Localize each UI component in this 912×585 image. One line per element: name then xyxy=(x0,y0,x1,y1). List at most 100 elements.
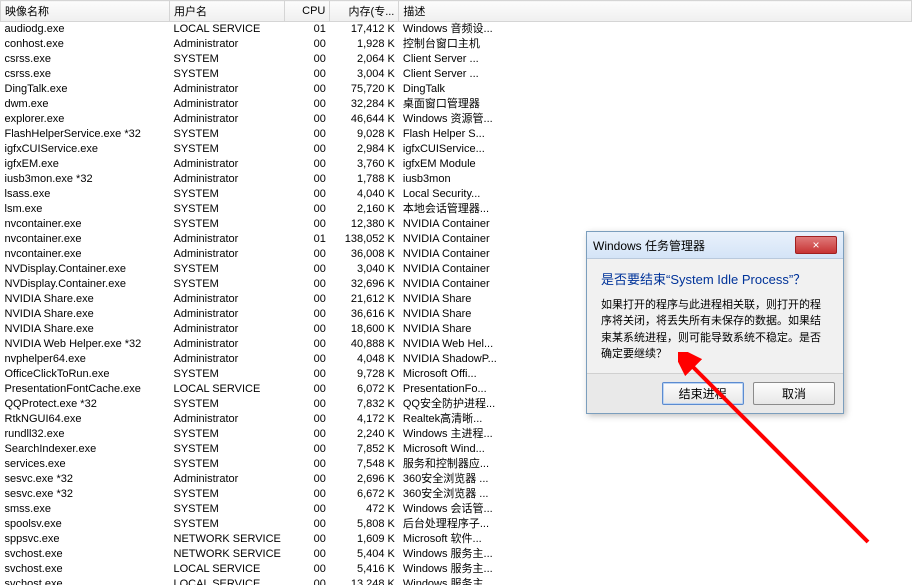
table-row[interactable]: svchost.exeLOCAL SERVICE005,416 KWindows… xyxy=(1,562,912,577)
dialog-message: 如果打开的程序与此进程相关联，则打开的程序将关闭，将丢失所有未保存的数据。如果结… xyxy=(601,297,829,363)
cell: 00 xyxy=(285,292,330,307)
cell: 00 xyxy=(285,352,330,367)
cell: 00 xyxy=(285,547,330,562)
cell: Windows 资源管... xyxy=(399,112,912,127)
table-row[interactable]: services.exeSYSTEM007,548 K服务和控制器应... xyxy=(1,457,912,472)
cell: 138,052 K xyxy=(330,232,399,247)
table-row[interactable]: sesvc.exe *32SYSTEM006,672 K360安全浏览器 ... xyxy=(1,487,912,502)
table-row[interactable]: rundll32.exeSYSTEM002,240 KWindows 主进程..… xyxy=(1,427,912,442)
cell: 00 xyxy=(285,202,330,217)
table-row[interactable]: smss.exeSYSTEM00472 KWindows 会话管... xyxy=(1,502,912,517)
table-row[interactable]: RtkNGUI64.exeAdministrator004,172 KRealt… xyxy=(1,412,912,427)
cell: Administrator xyxy=(170,292,285,307)
dialog-question: 是否要结束“System Idle Process”？ xyxy=(601,271,829,289)
cell: Windows 服务主... xyxy=(399,547,912,562)
table-row[interactable]: lsass.exeSYSTEM004,040 KLocal Security..… xyxy=(1,187,912,202)
cell: NVIDIA Web Helper.exe *32 xyxy=(1,337,170,352)
table-row[interactable]: FlashHelperService.exe *32SYSTEM009,028 … xyxy=(1,127,912,142)
table-row[interactable]: conhost.exeAdministrator001,928 K控制台窗口主机 xyxy=(1,37,912,52)
cell: NVIDIA Share.exe xyxy=(1,292,170,307)
cell: Administrator xyxy=(170,82,285,97)
cell: Administrator xyxy=(170,37,285,52)
cell: 服务和控制器应... xyxy=(399,457,912,472)
cell: conhost.exe xyxy=(1,37,170,52)
table-row[interactable]: svchost.exeNETWORK SERVICE005,404 KWindo… xyxy=(1,547,912,562)
table-row[interactable]: csrss.exeSYSTEM003,004 KClient Server ..… xyxy=(1,67,912,82)
cell: 7,832 K xyxy=(330,397,399,412)
cell: 4,048 K xyxy=(330,352,399,367)
cell: QQProtect.exe *32 xyxy=(1,397,170,412)
cell: Administrator xyxy=(170,322,285,337)
cell: iusb3mon.exe *32 xyxy=(1,172,170,187)
cell: Administrator xyxy=(170,97,285,112)
col-name[interactable]: 映像名称 xyxy=(1,1,170,22)
cell: 17,412 K xyxy=(330,22,399,38)
table-row[interactable]: sesvc.exe *32Administrator002,696 K360安全… xyxy=(1,472,912,487)
table-row[interactable]: svchost.exeLOCAL SERVICE0013,248 KWindow… xyxy=(1,577,912,585)
cell: 5,404 K xyxy=(330,547,399,562)
cell: NVIDIA Share.exe xyxy=(1,322,170,337)
cell: 00 xyxy=(285,187,330,202)
cell: Administrator xyxy=(170,247,285,262)
table-row[interactable]: igfxCUIService.exeSYSTEM002,984 KigfxCUI… xyxy=(1,142,912,157)
cancel-button[interactable]: 取消 xyxy=(753,382,835,405)
table-row[interactable]: audiodg.exeLOCAL SERVICE0117,412 KWindow… xyxy=(1,22,912,38)
cell: 360安全浏览器 ... xyxy=(399,487,912,502)
cell: 00 xyxy=(285,427,330,442)
cell: 00 xyxy=(285,442,330,457)
col-cpu[interactable]: CPU xyxy=(285,1,330,22)
col-desc[interactable]: 描述 xyxy=(399,1,912,22)
cell: 00 xyxy=(285,67,330,82)
table-row[interactable]: nvcontainer.exeSYSTEM0012,380 KNVIDIA Co… xyxy=(1,217,912,232)
cell: 00 xyxy=(285,247,330,262)
cell: LOCAL SERVICE xyxy=(170,22,285,38)
cell: SYSTEM xyxy=(170,427,285,442)
cell: 2,240 K xyxy=(330,427,399,442)
cell: SYSTEM xyxy=(170,202,285,217)
cell: 00 xyxy=(285,112,330,127)
table-row[interactable]: explorer.exeAdministrator0046,644 KWindo… xyxy=(1,112,912,127)
cell: 2,064 K xyxy=(330,52,399,67)
table-header: 映像名称 用户名 CPU 内存(专... 描述 xyxy=(1,1,912,22)
cell: svchost.exe xyxy=(1,547,170,562)
cell: 00 xyxy=(285,37,330,52)
cell: SYSTEM xyxy=(170,397,285,412)
cell: LOCAL SERVICE xyxy=(170,577,285,585)
col-user[interactable]: 用户名 xyxy=(170,1,285,22)
cell: Client Server ... xyxy=(399,52,912,67)
cell: SYSTEM xyxy=(170,277,285,292)
table-row[interactable]: spoolsv.exeSYSTEM005,808 K后台处理程序子... xyxy=(1,517,912,532)
cell: SYSTEM xyxy=(170,517,285,532)
cell: 4,172 K xyxy=(330,412,399,427)
cell: 00 xyxy=(285,97,330,112)
dialog-titlebar[interactable]: Windows 任务管理器 × xyxy=(587,232,843,259)
table-row[interactable]: sppsvc.exeNETWORK SERVICE001,609 KMicros… xyxy=(1,532,912,547)
table-row[interactable]: iusb3mon.exe *32Administrator001,788 Kiu… xyxy=(1,172,912,187)
cell: 5,416 K xyxy=(330,562,399,577)
table-row[interactable]: csrss.exeSYSTEM002,064 KClient Server ..… xyxy=(1,52,912,67)
table-row[interactable]: dwm.exeAdministrator0032,284 K桌面窗口管理器 xyxy=(1,97,912,112)
cell: 00 xyxy=(285,457,330,472)
cell: svchost.exe xyxy=(1,562,170,577)
end-process-button[interactable]: 结束进程 xyxy=(662,382,744,405)
close-icon[interactable]: × xyxy=(795,236,837,254)
cell: 01 xyxy=(285,232,330,247)
cell: SYSTEM xyxy=(170,187,285,202)
cell: Windows 会话管... xyxy=(399,502,912,517)
col-mem[interactable]: 内存(专... xyxy=(330,1,399,22)
cell: 00 xyxy=(285,277,330,292)
table-row[interactable]: SearchIndexer.exeSYSTEM007,852 KMicrosof… xyxy=(1,442,912,457)
table-row[interactable]: DingTalk.exeAdministrator0075,720 KDingT… xyxy=(1,82,912,97)
cell: 00 xyxy=(285,562,330,577)
cell: Windows 音频设... xyxy=(399,22,912,38)
table-row[interactable]: lsm.exeSYSTEM002,160 K本地会话管理器... xyxy=(1,202,912,217)
table-row[interactable]: igfxEM.exeAdministrator003,760 KigfxEM M… xyxy=(1,157,912,172)
cell: 46,644 K xyxy=(330,112,399,127)
cell: NVIDIA Container xyxy=(399,217,912,232)
cell: Administrator xyxy=(170,157,285,172)
cell: NETWORK SERVICE xyxy=(170,532,285,547)
cell: 32,284 K xyxy=(330,97,399,112)
cell: 1,788 K xyxy=(330,172,399,187)
cell: Windows 服务主... xyxy=(399,577,912,585)
cell: Windows 服务主... xyxy=(399,562,912,577)
